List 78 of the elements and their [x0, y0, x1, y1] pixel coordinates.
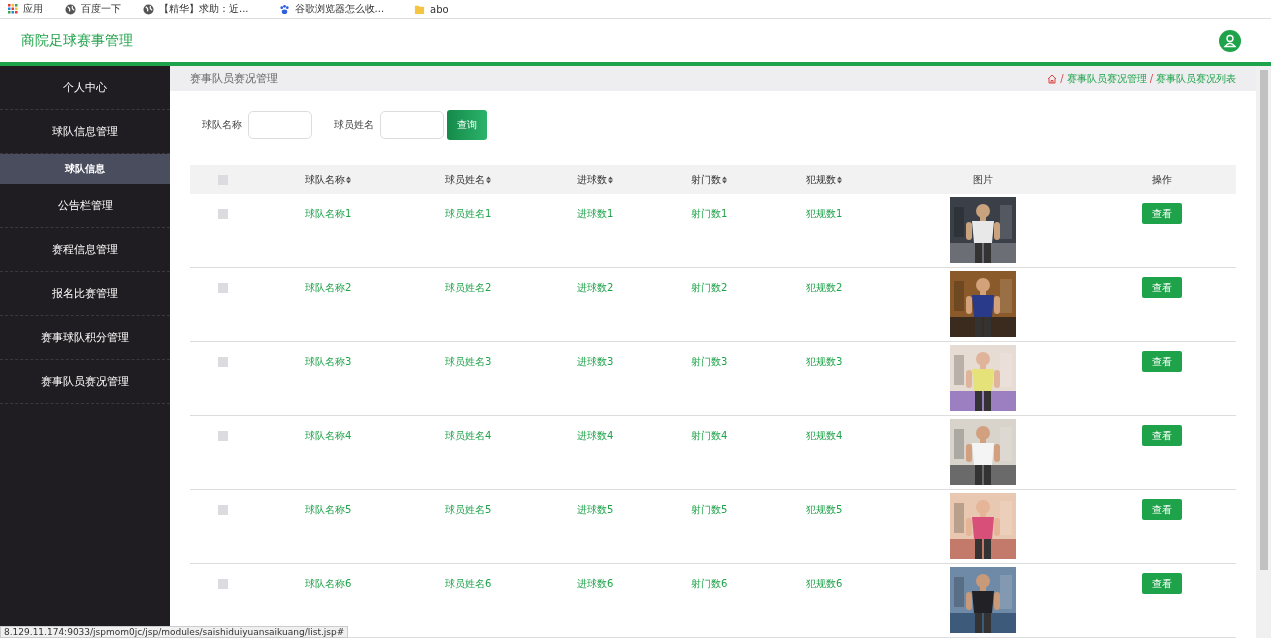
sort-icon[interactable]: [486, 175, 491, 184]
column-header[interactable]: 球队名称: [305, 172, 345, 187]
checkbox[interactable]: [218, 357, 228, 367]
column-header[interactable]: 犯规数: [806, 172, 836, 187]
sort-icon[interactable]: [722, 175, 727, 184]
input-field[interactable]: [248, 111, 312, 139]
sidebar-item[interactable]: 公告栏管理: [0, 184, 170, 228]
status-url: 8.129.11.174:9033/jspmom0jc/jsp/modules/saishiduiyuansaikuang/list.jsp#: [0, 626, 349, 638]
table-cell: 射门数4: [691, 429, 728, 443]
table-cell: 犯规数2: [806, 281, 843, 295]
table-cell: 进球数2: [577, 281, 614, 295]
table-cell: 射门数5: [691, 503, 728, 517]
table-cell: 球队名称4: [305, 429, 352, 443]
sidebar-item[interactable]: 赛程信息管理: [0, 228, 170, 272]
checkbox[interactable]: [218, 209, 228, 219]
column-header[interactable]: 图片: [972, 172, 993, 187]
column-header[interactable]: 操作: [1151, 172, 1172, 187]
table-cell: 进球数6: [577, 577, 614, 591]
table-cell: 球队名称5: [305, 503, 352, 517]
scrollbar-thumb[interactable]: [1259, 70, 1268, 570]
input-field[interactable]: [380, 111, 444, 139]
table-cell: 犯规数5: [806, 503, 843, 517]
checkbox[interactable]: [218, 431, 228, 441]
checkbox[interactable]: [218, 505, 228, 515]
sidebar-item[interactable]: 赛事队员赛况管理: [0, 360, 170, 404]
table-cell: 球队名称1: [305, 207, 352, 221]
user-icon[interactable]: [1219, 29, 1241, 52]
table-cell: 犯规数4: [806, 429, 843, 443]
scrollbar[interactable]: [1256, 66, 1271, 638]
breadcrumb-separator: /: [1149, 73, 1153, 84]
column-header[interactable]: 进球数: [577, 172, 607, 187]
bookmark[interactable]: abo: [414, 3, 449, 15]
table-cell: 犯规数1: [806, 207, 843, 221]
table-cell: 射门数6: [691, 577, 728, 591]
sidebar-item[interactable]: 报名比赛管理: [0, 272, 170, 316]
sort-icon[interactable]: [608, 175, 613, 184]
table-cell: 球队名称3: [305, 355, 352, 369]
app-title: 商院足球赛事管理: [21, 31, 133, 50]
table-cell: 球员姓名6: [445, 577, 492, 591]
globe-icon: [65, 3, 76, 15]
search-button[interactable]: 查询: [447, 110, 487, 140]
table-cell: 进球数3: [577, 355, 614, 369]
globe-icon: [143, 3, 154, 15]
column-header[interactable]: 球员姓名: [445, 172, 485, 187]
table-cell: 犯规数3: [806, 355, 843, 369]
checkbox[interactable]: [218, 579, 228, 589]
table-cell: 球员姓名4: [445, 429, 492, 443]
table-cell: 射门数3: [691, 355, 728, 369]
home-icon[interactable]: [1047, 73, 1058, 84]
table-cell: 球员姓名1: [445, 207, 492, 221]
filter-label: 球队名称: [202, 118, 242, 132]
table-cell: 犯规数6: [806, 577, 843, 591]
table-cell: 球员姓名2: [445, 281, 492, 295]
table-cell: 射门数2: [691, 281, 728, 295]
filter-label: 球员姓名: [334, 118, 374, 132]
column-header[interactable]: 射门数: [691, 172, 721, 187]
folder-icon: [414, 3, 426, 15]
table-cell: 进球数1: [577, 207, 614, 221]
bookmark[interactable]: 应用: [8, 2, 43, 16]
bookmark[interactable]: 【精华】求助：近...: [143, 2, 249, 16]
table-cell: 进球数4: [577, 429, 614, 443]
breadcrumb-separator: /: [1060, 73, 1064, 84]
sort-icon[interactable]: [346, 175, 351, 184]
sort-icon[interactable]: [837, 175, 842, 184]
bookmark[interactable]: 百度一下: [65, 2, 121, 16]
table-cell: 球队名称6: [305, 577, 352, 591]
table-cell: 射门数1: [691, 207, 728, 221]
bookmark[interactable]: 谷歌浏览器怎么收...: [278, 2, 385, 16]
sidebar-subitem[interactable]: 球队信息: [0, 154, 170, 184]
sidebar-item[interactable]: 赛事球队积分管理: [0, 316, 170, 360]
table-cell: 球员姓名3: [445, 355, 492, 369]
page-title: 赛事队员赛况管理: [190, 71, 278, 86]
checkbox[interactable]: [218, 283, 228, 293]
table-cell: 球队名称2: [305, 281, 352, 295]
table-cell: 进球数5: [577, 503, 614, 517]
apps-icon: [8, 4, 18, 14]
paw-icon: [278, 3, 290, 15]
table-cell: 球员姓名5: [445, 503, 492, 517]
